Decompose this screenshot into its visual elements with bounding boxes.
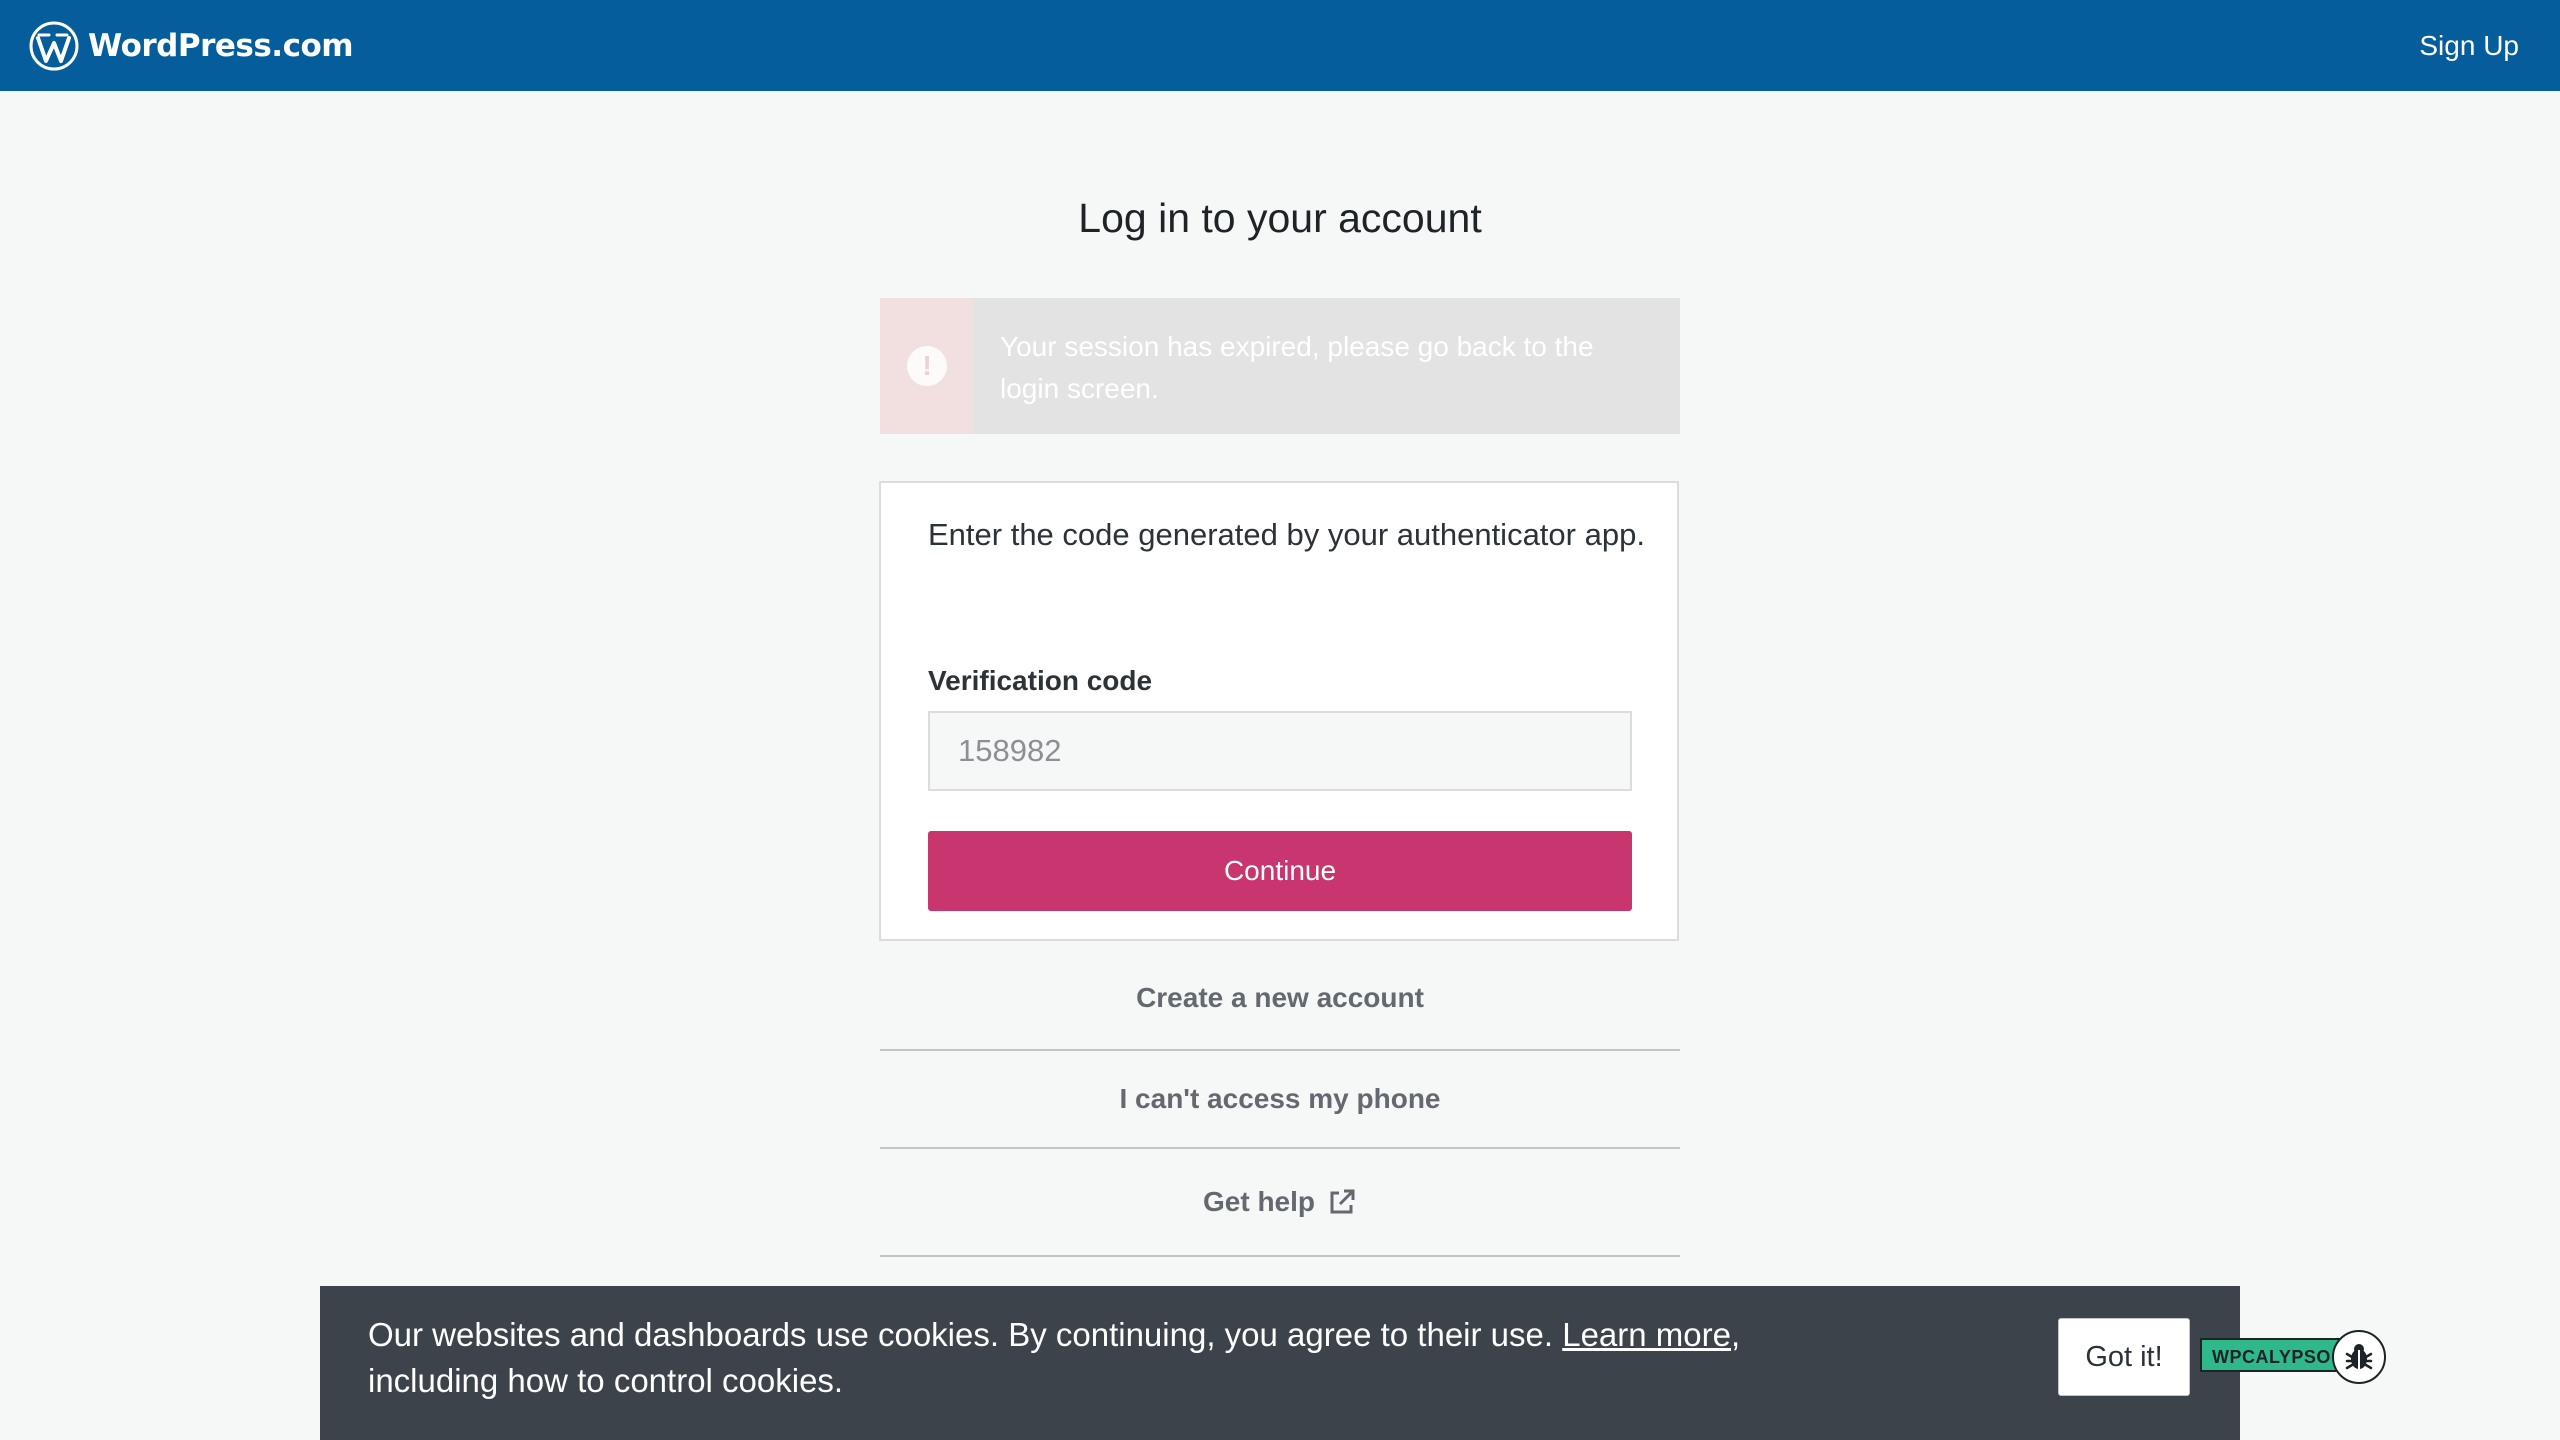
learn-more-link[interactable]: Learn more (1562, 1316, 1731, 1353)
page-title: Log in to your account (1078, 195, 1482, 241)
cant-access-phone-label: I can't access my phone (1119, 1083, 1441, 1114)
bug-icon (2345, 1344, 2373, 1370)
verification-code-label: Verification code (928, 665, 1153, 696)
cookie-message: Our websites and dashboards use cookies.… (368, 1312, 1748, 1404)
bug-report-button[interactable] (2332, 1330, 2386, 1384)
wordpress-home-link[interactable]: WordPress.com (29, 20, 354, 72)
cant-access-phone-link[interactable]: I can't access my phone (880, 1051, 1680, 1149)
authenticator-instructions: Enter the code generated by your authent… (928, 517, 1645, 552)
session-expired-notice: ! Your session has expired, please go ba… (880, 298, 1680, 434)
error-icon: ! (907, 346, 947, 386)
environment-badge[interactable]: WPCALYPSO (2200, 1338, 2343, 1372)
create-account-link[interactable]: Create a new account (880, 946, 1680, 1051)
external-link-icon (1330, 1189, 1355, 1214)
cookie-banner: Our websites and dashboards use cookies.… (320, 1286, 2240, 1440)
got-it-button[interactable]: Got it! (2058, 1318, 2190, 1396)
create-account-label: Create a new account (1136, 981, 1424, 1013)
continue-button[interactable]: Continue (928, 831, 1632, 911)
get-help-label: Get help (1202, 1186, 1315, 1217)
get-help-link[interactable]: Get help (880, 1149, 1680, 1257)
notice-icon-container: ! (880, 298, 974, 434)
signup-link[interactable]: Sign Up (2419, 26, 2519, 66)
masterbar: WordPress.com Sign Up (0, 0, 2560, 91)
verification-code-input[interactable] (928, 711, 1632, 791)
wordpress-logo-icon (29, 21, 79, 71)
secondary-links: Create a new account I can't access my p… (880, 946, 1680, 1257)
notice-message: Your session has expired, please go back… (1000, 331, 1594, 404)
two-factor-card: Enter the code generated by your authent… (879, 481, 1679, 941)
brand-name: WordPress.com (88, 28, 354, 64)
cookie-text-before: Our websites and dashboards use cookies.… (368, 1316, 1563, 1353)
